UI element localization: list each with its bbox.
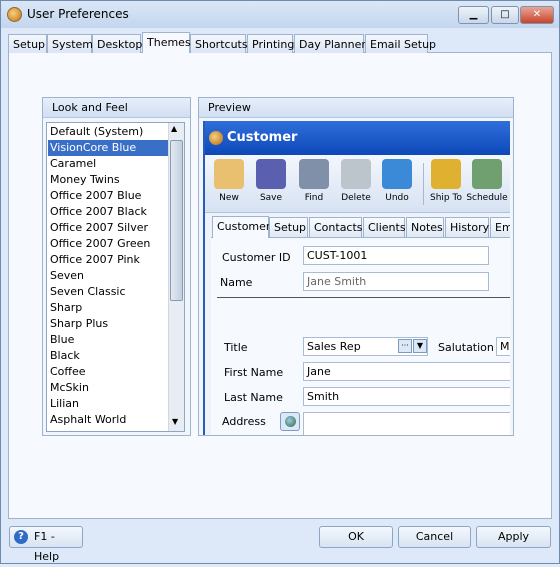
help-button[interactable]: ? F1 - Help <box>9 526 83 563</box>
window-title: User Preferences <box>27 7 129 21</box>
theme-list-item[interactable]: Seven <box>48 268 169 284</box>
scroll-down-arrow-icon[interactable]: ▼ <box>172 417 178 426</box>
scrollbar-thumb[interactable] <box>170 140 183 301</box>
minimize-button[interactable]: ▁ <box>458 6 489 24</box>
tab-printing[interactable]: Printing <box>247 34 294 53</box>
customer-form: Customer ID CUST-1001 Name Jane Smith Ti… <box>211 237 510 435</box>
customer-tab-notes[interactable]: Notes <box>406 217 444 237</box>
toolbar-button-label: Ship To <box>430 193 462 203</box>
toolbar-button-schedule[interactable]: Schedule <box>465 157 509 203</box>
customer-tab-setup[interactable]: Setup <box>269 217 308 237</box>
app-logo-icon <box>7 7 22 22</box>
tab-system[interactable]: System <box>47 34 93 53</box>
tab-setup[interactable]: Setup <box>8 34 47 53</box>
salutation-label: Salutation <box>438 341 494 354</box>
tab-email-setup[interactable]: Email Setup <box>365 34 436 53</box>
first-name-label: First Name <box>224 366 284 379</box>
globe-icon <box>284 416 296 427</box>
new-card-icon <box>214 159 244 189</box>
customer-tab-history[interactable]: History <box>445 217 489 237</box>
theme-list-item[interactable]: Default (System) <box>48 124 169 140</box>
customer-logo-icon <box>209 131 223 145</box>
customer-preview-window: Customer New Save Find Delete Undo Ship To Sch… <box>203 121 510 435</box>
forklift-icon <box>431 159 461 189</box>
theme-list-item[interactable]: Caramel <box>48 156 169 172</box>
theme-list-item[interactable]: Coffee <box>48 364 169 380</box>
toolbar-button-delete[interactable]: Delete <box>334 157 378 203</box>
name-label: Name <box>220 276 253 289</box>
theme-list-item[interactable]: Lilian <box>48 396 169 412</box>
recycle-bin-icon <box>341 159 371 189</box>
customer-tab-contacts[interactable]: Contacts <box>309 217 363 237</box>
customer-tab-clients[interactable]: Clients <box>363 217 406 237</box>
theme-list-item[interactable]: Money Twins <box>48 172 169 188</box>
cancel-button[interactable]: Cancel <box>398 526 471 548</box>
calendar-clock-icon <box>472 159 502 189</box>
customer-id-field[interactable]: CUST-1001 <box>303 246 489 265</box>
toolbar-button-label: New <box>219 193 239 203</box>
theme-list-item[interactable]: VisionCore Blue <box>48 140 169 156</box>
name-field[interactable]: Jane Smith <box>303 272 489 291</box>
address-label: Address <box>222 415 266 428</box>
floppy-disk-icon <box>256 159 286 189</box>
tab-shortcuts[interactable]: Shortcuts <box>190 34 248 53</box>
close-button[interactable]: ✕ <box>520 6 554 24</box>
theme-list-item[interactable]: Seven Classic <box>48 284 169 300</box>
toolbar-button-label: Save <box>259 193 283 203</box>
toolbar-button-find[interactable]: Find <box>292 157 336 203</box>
help-question-icon: ? <box>14 530 28 544</box>
toolbar-separator <box>423 163 424 205</box>
theme-list-item[interactable]: Sharp Plus <box>48 316 169 332</box>
form-divider <box>217 297 510 298</box>
customer-tab-ema[interactable]: Ema <box>490 217 510 237</box>
binoculars-icon <box>299 159 329 189</box>
toolbar-button-undo[interactable]: Undo <box>375 157 419 203</box>
theme-list-item[interactable]: Black <box>48 348 169 364</box>
customer-title: Customer <box>205 121 510 155</box>
preview-header: Preview <box>199 98 513 118</box>
customer-tab-customer[interactable]: Customer <box>212 216 270 238</box>
undo-arrow-icon <box>382 159 412 189</box>
theme-list-item[interactable]: Office 2007 Pink <box>48 252 169 268</box>
toolbar-button-label: Undo <box>385 193 409 203</box>
theme-list-item[interactable]: Office 2007 Blue <box>48 188 169 204</box>
scroll-up-arrow-icon[interactable]: ▲ <box>171 124 177 133</box>
address-globe-button[interactable] <box>280 412 300 431</box>
toolbar-button-label: Schedule <box>466 193 508 203</box>
help-label: F1 - Help <box>34 530 60 563</box>
salutation-field[interactable]: Mr <box>496 337 510 356</box>
theme-list-item[interactable]: Sharp <box>48 300 169 316</box>
tab-themes[interactable]: Themes <box>142 32 191 53</box>
theme-list-item[interactable]: Blue <box>48 332 169 348</box>
theme-list[interactable]: Default (System) VisionCore Blue Caramel Mo… <box>46 122 185 432</box>
toolbar-button-label: Delete <box>341 193 371 203</box>
theme-list-item[interactable]: Office 2007 Silver <box>48 220 169 236</box>
customer-id-label: Customer ID <box>222 251 291 264</box>
tab-desktop[interactable]: Desktop <box>92 34 142 53</box>
theme-list-item[interactable]: McSkin <box>48 380 169 396</box>
title-bar[interactable]: User Preferences ▁ □ ✕ <box>1 1 559 28</box>
first-name-field[interactable]: Jane <box>303 362 510 381</box>
ok-button[interactable]: OK <box>319 526 393 548</box>
ellipsis-button[interactable]: ··· <box>398 339 412 353</box>
address-field[interactable] <box>303 412 510 435</box>
toolbar-button-new[interactable]: New <box>207 157 251 203</box>
title-label: Title <box>224 341 248 354</box>
tab-day-planner[interactable]: Day Planner <box>294 34 366 53</box>
look-and-feel-header: Look and Feel <box>43 98 190 118</box>
theme-list-item[interactable]: Office 2007 Green <box>48 236 169 252</box>
last-name-field[interactable]: Smith <box>303 387 510 406</box>
theme-list-item[interactable]: Asphalt World <box>48 412 169 428</box>
theme-list-item[interactable]: Office 2007 Black <box>48 204 169 220</box>
toolbar-button-ship-to[interactable]: Ship To <box>424 157 468 203</box>
apply-button[interactable]: Apply <box>476 526 551 548</box>
last-name-label: Last Name <box>224 391 283 404</box>
maximize-button[interactable]: □ <box>491 6 519 24</box>
chevron-down-icon[interactable]: ▼ <box>413 339 427 353</box>
customer-toolbar: New Save Find Delete Undo Ship To Schedule <box>205 155 510 213</box>
toolbar-button-label: Find <box>304 193 324 203</box>
toolbar-button-save[interactable]: Save <box>249 157 293 203</box>
